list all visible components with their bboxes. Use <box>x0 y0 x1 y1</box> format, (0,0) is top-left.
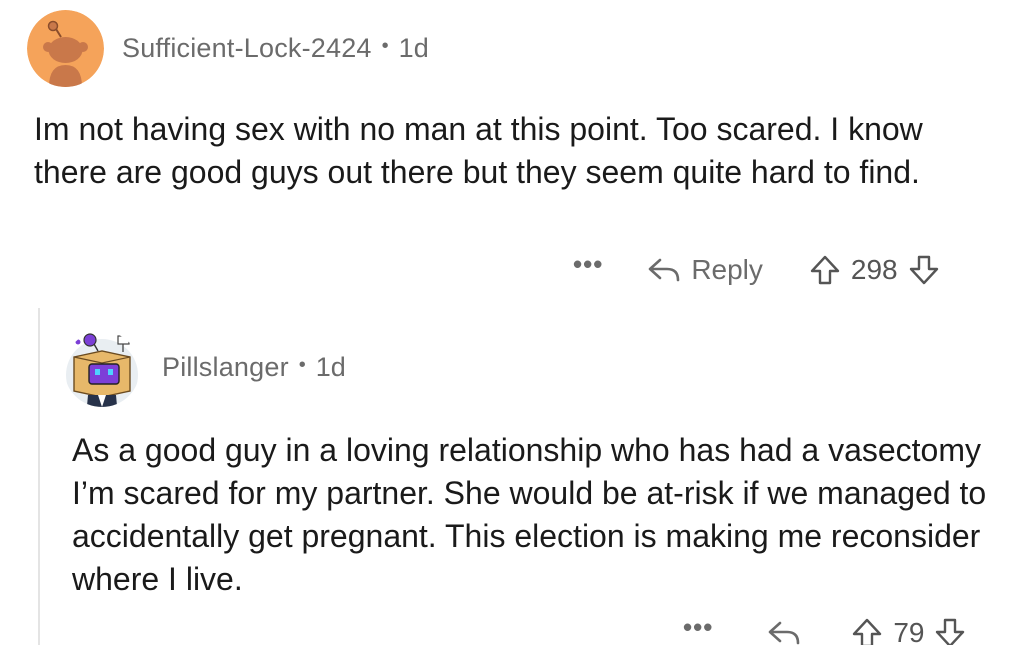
comment-age: 1d <box>315 351 346 382</box>
username[interactable]: Pillslanger <box>162 352 289 383</box>
comment-meta: Pillslanger • 1d <box>162 352 346 383</box>
reply-arrow-icon <box>767 618 801 645</box>
upvote-icon[interactable] <box>851 617 883 645</box>
meta-separator: • <box>381 34 389 57</box>
vote-score: 298 <box>850 254 898 285</box>
comment-header: Pillslanger • 1d <box>64 317 346 417</box>
username[interactable]: Sufficient-Lock-2424 <box>122 33 372 64</box>
reply-button[interactable] <box>767 618 801 645</box>
vote-score: 79 <box>893 617 925 645</box>
vote-controls: 298 <box>809 254 940 286</box>
more-options-button[interactable]: ••• <box>683 614 713 640</box>
upvote-icon[interactable] <box>809 254 841 286</box>
comment-actions: ••• Reply 298 <box>573 248 940 292</box>
box-head-avatar-icon[interactable] <box>64 331 140 407</box>
comment-thread: Sufficient-Lock-2424 • 1d Im not having … <box>0 0 1024 645</box>
comment-actions: ••• 79 <box>683 613 966 645</box>
more-options-button[interactable]: ••• <box>573 251 603 277</box>
comment-meta: Sufficient-Lock-2424 • 1d <box>122 33 429 64</box>
comment-body: As a good guy in a loving relationship w… <box>72 432 987 597</box>
reply-label: Reply <box>691 254 763 285</box>
reply-arrow-icon <box>647 255 681 285</box>
downvote-icon[interactable] <box>908 254 940 286</box>
snoo-avatar-icon[interactable] <box>27 9 104 87</box>
comment-body: Im not having sex with no man at this po… <box>34 111 923 190</box>
comment-age: 1d <box>398 32 429 63</box>
downvote-icon[interactable] <box>934 617 966 645</box>
thread-line[interactable] <box>38 308 40 645</box>
reply-button[interactable]: Reply <box>647 254 763 286</box>
vote-controls: 79 <box>851 617 966 645</box>
meta-separator: • <box>298 353 306 376</box>
comment-header: Sufficient-Lock-2424 • 1d <box>27 9 429 87</box>
